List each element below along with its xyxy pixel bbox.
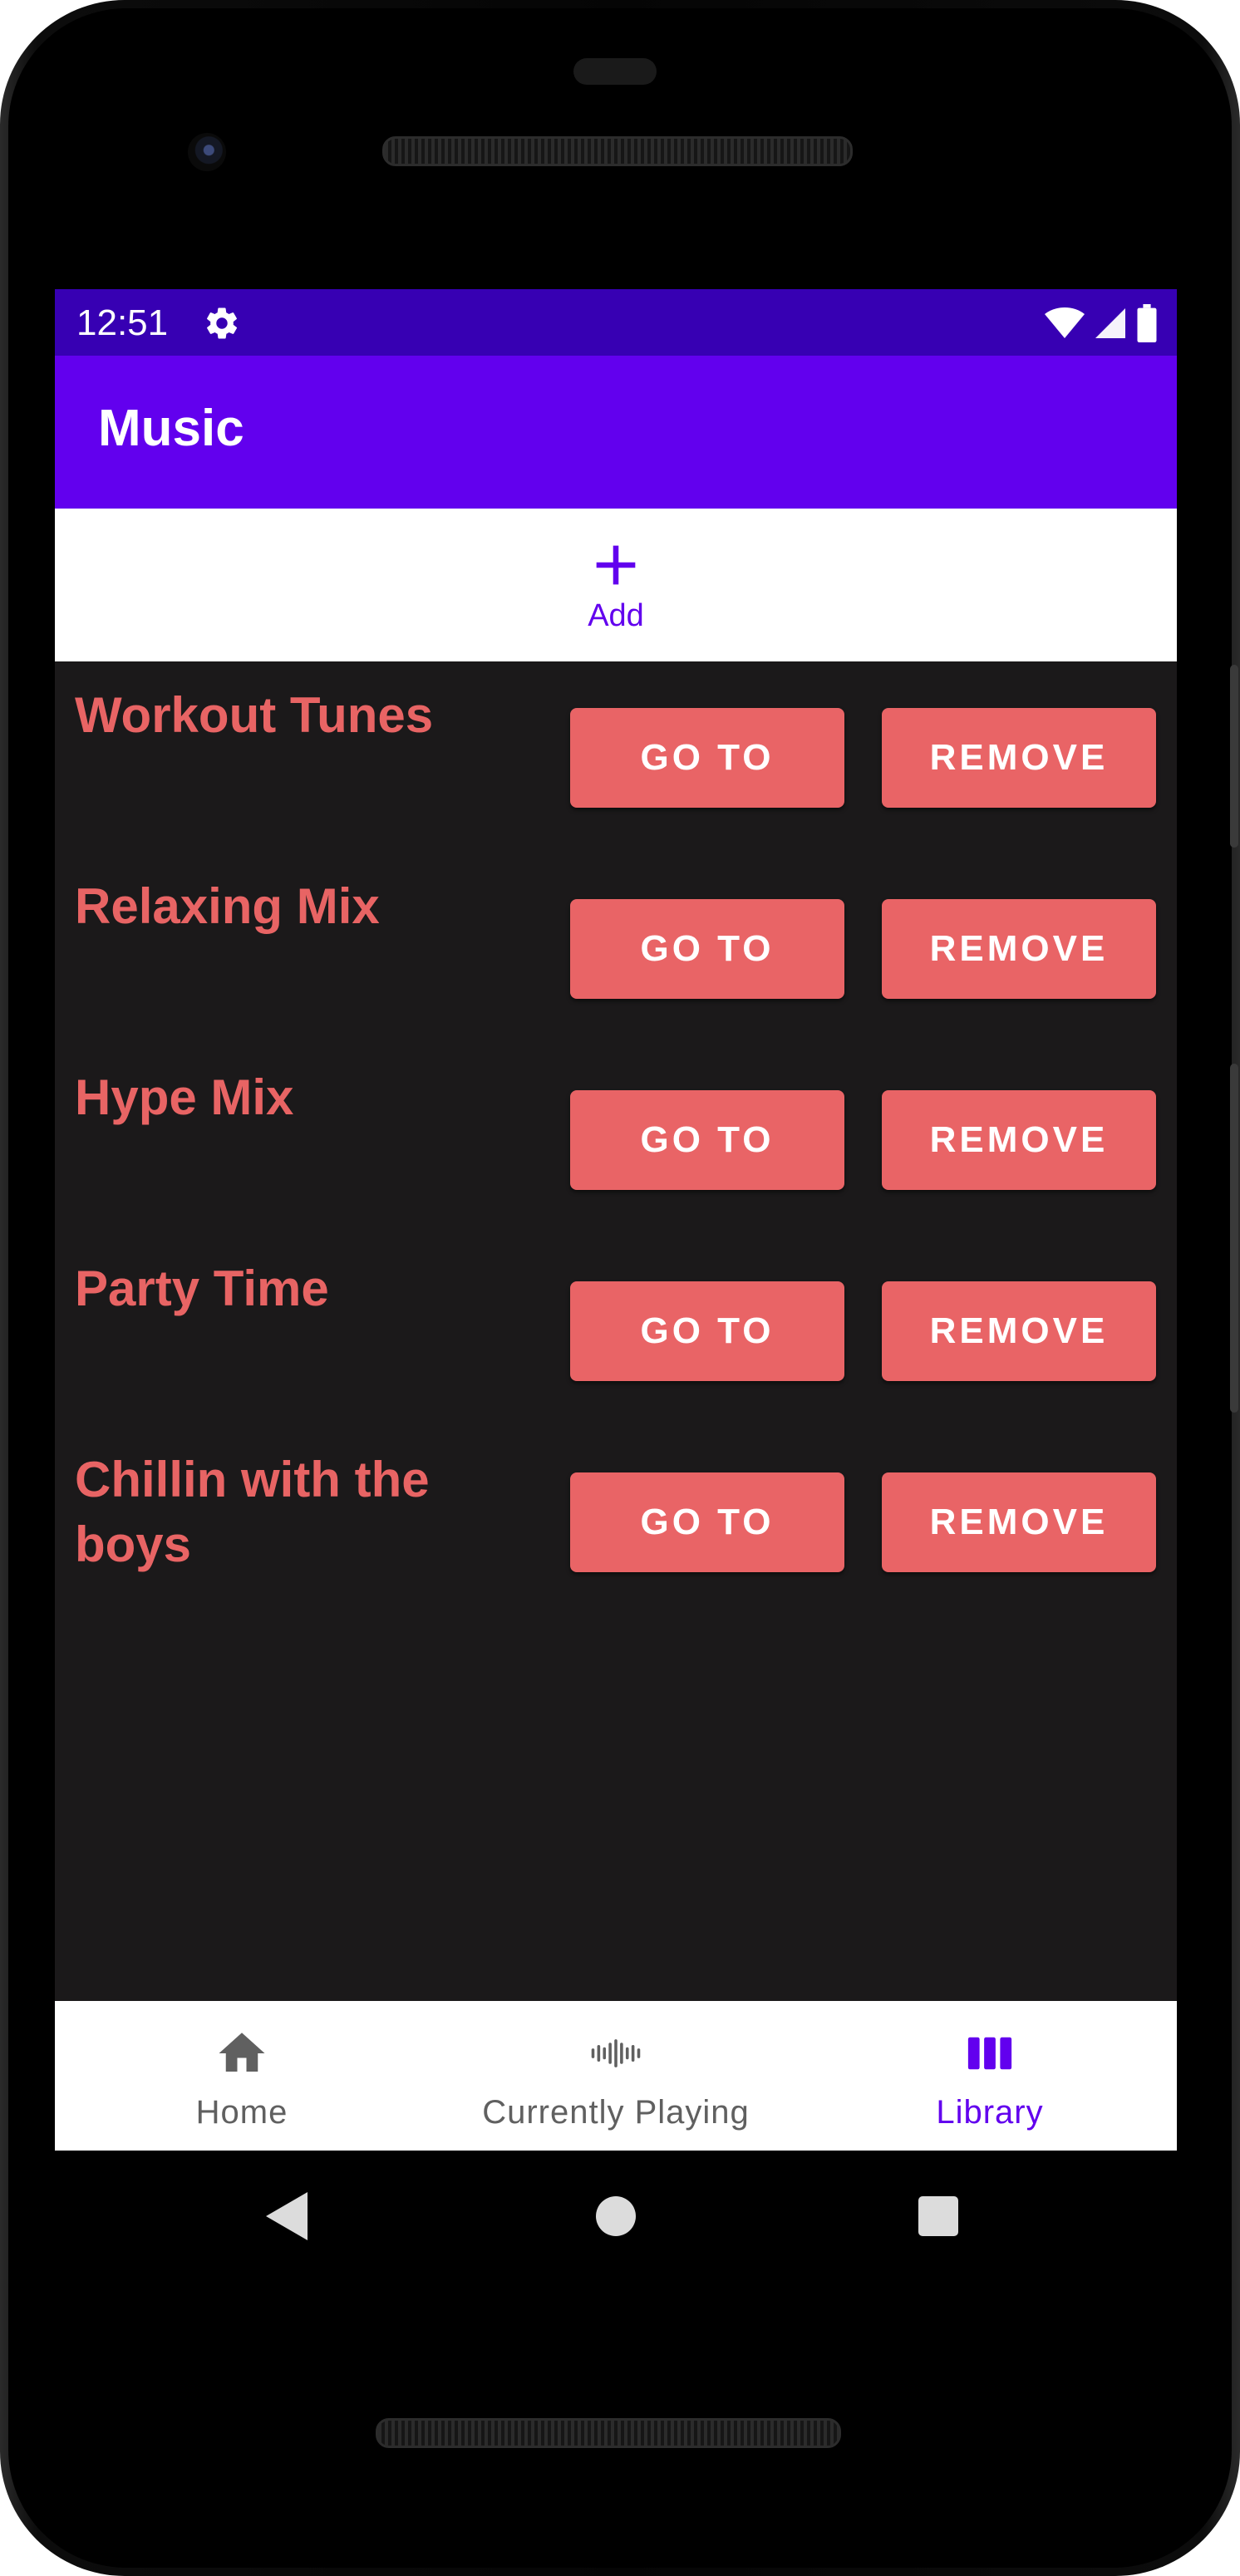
front-camera xyxy=(188,133,226,171)
remove-button[interactable]: REMOVE xyxy=(882,1090,1156,1190)
audio-wave-icon xyxy=(591,2039,641,2067)
list-item: Relaxing Mix GO TO REMOVE xyxy=(55,853,1177,1044)
remove-button[interactable]: REMOVE xyxy=(882,1472,1156,1572)
remove-button[interactable]: REMOVE xyxy=(882,1281,1156,1381)
home-icon xyxy=(219,2033,265,2072)
add-bar: Add xyxy=(55,509,1177,661)
go-to-button[interactable]: GO TO xyxy=(570,1090,844,1190)
add-label: Add xyxy=(588,598,644,633)
go-to-button[interactable]: GO TO xyxy=(570,899,844,999)
nav-label-library: Library xyxy=(936,2094,1044,2131)
list-item: Workout Tunes GO TO REMOVE xyxy=(55,661,1177,853)
nav-label-home: Home xyxy=(195,2094,288,2131)
battery-icon xyxy=(1137,304,1157,342)
list-item: Party Time GO TO REMOVE xyxy=(55,1235,1177,1426)
library-icon xyxy=(967,2037,1012,2070)
go-to-button[interactable]: GO TO xyxy=(570,1281,844,1381)
settings-icon xyxy=(207,307,238,339)
status-icons xyxy=(1044,304,1159,342)
signal-icon xyxy=(1095,308,1125,338)
list-item: Hype Mix GO TO REMOVE xyxy=(55,1044,1177,1235)
recents-icon[interactable] xyxy=(918,2195,959,2237)
remove-button[interactable]: REMOVE xyxy=(882,899,1156,999)
status-bar: 12:51 xyxy=(55,289,1177,356)
top-speaker-grill xyxy=(382,136,853,166)
nav-item-library[interactable]: Library xyxy=(898,2001,1081,2151)
playlist-title: Relaxing Mix xyxy=(75,878,380,934)
proximity-sensor xyxy=(573,58,657,85)
system-navigation-bar xyxy=(0,2152,1240,2285)
remove-button[interactable]: REMOVE xyxy=(882,708,1156,808)
list-item: Chillin with the boys GO TO REMOVE xyxy=(55,1426,1177,1617)
bottom-speaker-grill xyxy=(376,2418,841,2448)
plus-icon xyxy=(596,545,636,585)
go-to-button[interactable]: GO TO xyxy=(570,708,844,808)
app-screen: 12:51 Music Add Workout Tunes GO TO REMO… xyxy=(55,289,1177,2151)
back-icon[interactable] xyxy=(264,2190,309,2242)
power-button xyxy=(1230,665,1238,848)
app-bar: Music xyxy=(55,356,1177,509)
bottom-navigation: Home Currently Playing Library xyxy=(55,2001,1177,2151)
status-time: 12:51 xyxy=(76,302,169,343)
go-to-button[interactable]: GO TO xyxy=(570,1472,844,1572)
nav-item-currently-playing[interactable]: Currently Playing xyxy=(450,2001,782,2151)
wifi-icon xyxy=(1045,307,1085,338)
app-title: Music xyxy=(98,400,244,457)
playlist-title: Chillin with the boys xyxy=(75,1452,430,1572)
nav-label-currently-playing: Currently Playing xyxy=(482,2094,750,2131)
volume-button xyxy=(1230,1064,1238,1413)
playlist-title: Workout Tunes xyxy=(75,687,434,743)
add-playlist-button[interactable]: Add xyxy=(533,525,699,650)
home-circle-icon[interactable] xyxy=(595,2195,637,2237)
playlist-title: Party Time xyxy=(75,1261,329,1316)
playlist-title: Hype Mix xyxy=(75,1069,294,1125)
nav-item-home[interactable]: Home xyxy=(150,2001,333,2151)
